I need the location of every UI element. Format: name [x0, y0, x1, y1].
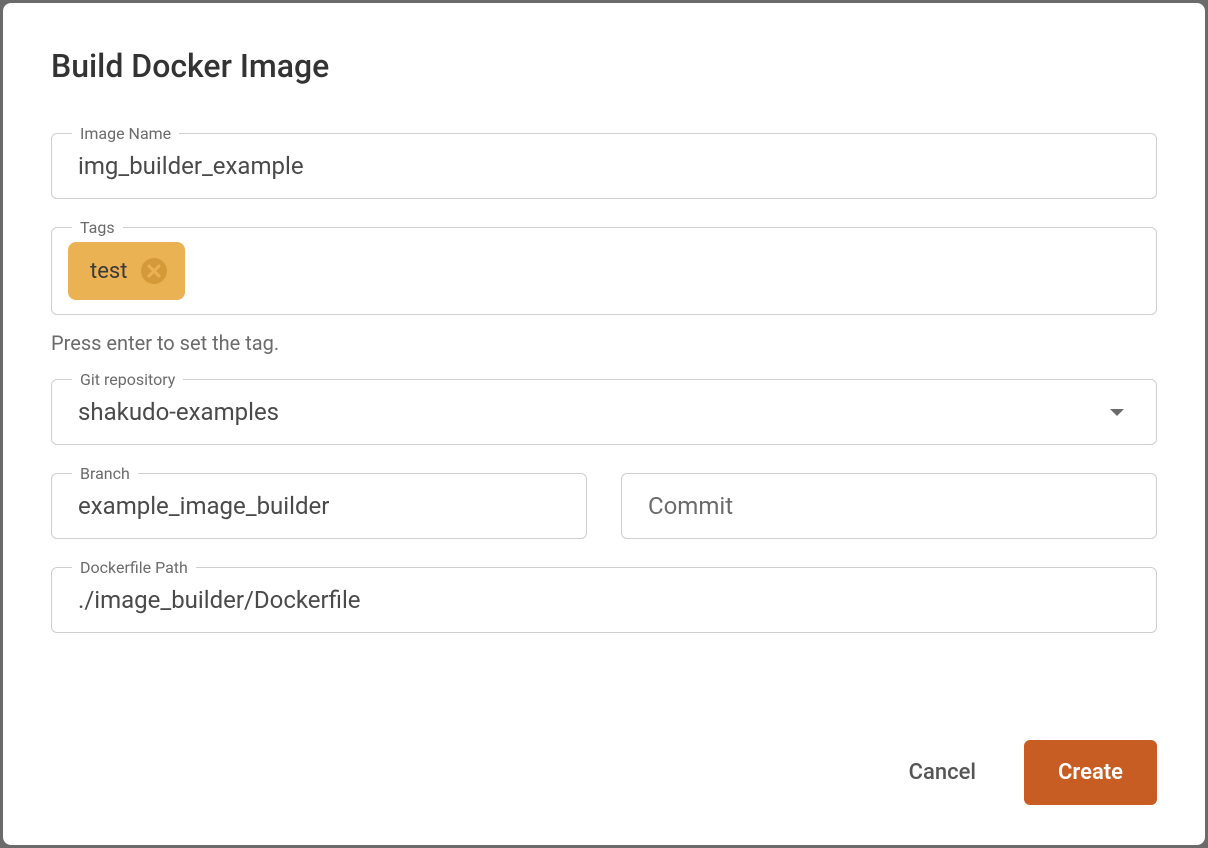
create-button[interactable]: Create — [1024, 740, 1157, 805]
git-repository-label: Git repository — [72, 370, 183, 389]
commit-input[interactable] — [648, 492, 1130, 520]
tag-chip: test — [68, 242, 185, 300]
tags-helper-text: Press enter to set the tag. — [51, 331, 1157, 355]
close-icon — [147, 264, 161, 278]
dockerfile-path-label: Dockerfile Path — [72, 558, 196, 577]
git-repository-value: shakudo-examples — [78, 398, 279, 426]
branch-commit-row: Branch — [51, 473, 1157, 539]
branch-input[interactable] — [78, 492, 560, 520]
branch-label: Branch — [72, 464, 138, 483]
tags-field[interactable]: Tags test — [51, 227, 1157, 315]
image-name-label: Image Name — [72, 124, 179, 143]
remove-tag-icon[interactable] — [141, 258, 167, 284]
form-area: Image Name Tags test Press enter to set … — [51, 133, 1157, 700]
dockerfile-path-field[interactable]: Dockerfile Path — [51, 567, 1157, 633]
git-repository-field[interactable]: Git repository shakudo-examples — [51, 379, 1157, 445]
dialog-title: Build Docker Image — [51, 47, 1157, 85]
git-repository-select[interactable]: shakudo-examples — [78, 398, 1130, 426]
chevron-down-icon — [1110, 409, 1124, 416]
tag-chip-label: test — [90, 259, 127, 284]
dockerfile-path-input[interactable] — [78, 586, 1130, 614]
branch-field[interactable]: Branch — [51, 473, 587, 539]
commit-field[interactable] — [621, 473, 1157, 539]
tags-label: Tags — [72, 218, 123, 237]
image-name-field[interactable]: Image Name — [51, 133, 1157, 199]
dialog-actions: Cancel Create — [51, 740, 1157, 805]
cancel-button[interactable]: Cancel — [901, 750, 984, 795]
build-docker-image-dialog: Build Docker Image Image Name Tags test … — [3, 3, 1205, 845]
image-name-input[interactable] — [78, 152, 1130, 180]
